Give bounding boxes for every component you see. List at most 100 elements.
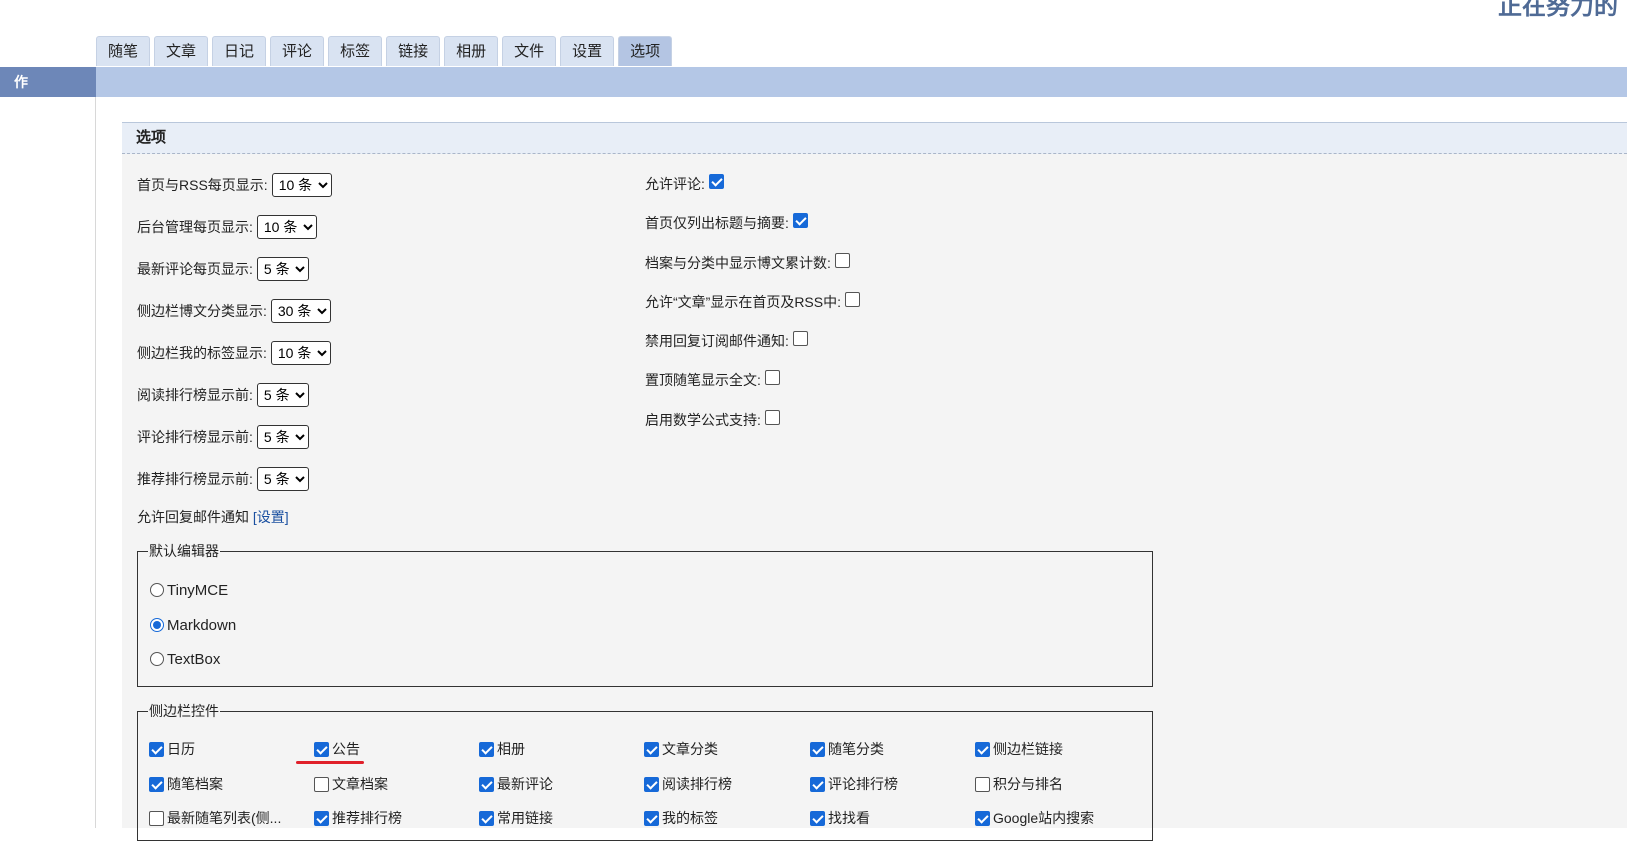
widget-albums-checkbox[interactable]	[479, 741, 494, 757]
read-rank-count-select[interactable]: 5 条	[256, 383, 309, 407]
tinymce-radio[interactable]	[150, 583, 164, 597]
widget-post-categories-checkbox[interactable]	[810, 741, 825, 757]
widget-label: 最新评论	[497, 776, 553, 792]
widget-label: 评论排行榜	[828, 776, 898, 792]
markdown-radio[interactable]	[150, 618, 164, 632]
tab-posts[interactable]: 随笔	[96, 36, 151, 66]
widget-google-search[interactable]: Google站内搜索	[975, 808, 1094, 828]
option-row-sidebar-categories: 侧边栏博文分类显示: 30 条	[137, 299, 331, 323]
widget-article-categories-checkbox[interactable]	[644, 741, 659, 757]
comment-rank-count-select[interactable]: 5 条	[256, 425, 309, 449]
editor-option-textbox[interactable]: TextBox	[150, 648, 220, 670]
site-title: 正在努力的	[1498, 0, 1618, 20]
widget-post-archive[interactable]: 随笔档案	[149, 774, 223, 794]
option-label: 首页仅列出标题与摘要:	[645, 215, 789, 231]
widget-my-tags-checkbox[interactable]	[644, 810, 659, 826]
widget-post-archive-checkbox[interactable]	[149, 776, 164, 792]
option-row-home-rss: 首页与RSS每页显示: 10 条	[137, 173, 332, 197]
tab-comments[interactable]: 评论	[270, 36, 325, 66]
widget-label: 推荐排行榜	[332, 810, 402, 826]
widget-comment-rank-checkbox[interactable]	[810, 776, 825, 792]
widget-label: 随笔档案	[167, 776, 223, 792]
widget-sidebar-links-checkbox[interactable]	[975, 741, 990, 757]
admin-page-count-select[interactable]: 10 条	[256, 215, 317, 239]
option-row-read-rank: 阅读排行榜显示前: 5 条	[137, 383, 309, 407]
editor-option-tinymce[interactable]: TinyMCE	[150, 579, 228, 601]
widget-label: 常用链接	[497, 810, 553, 826]
widget-label: 积分与排名	[993, 776, 1063, 792]
archive-count-checkbox[interactable]	[834, 252, 850, 268]
articles-on-home-checkbox[interactable]	[845, 291, 860, 307]
widget-common-links[interactable]: 常用链接	[479, 808, 553, 828]
sidebar-categories-count-select[interactable]: 30 条	[270, 299, 331, 323]
widget-latest-comments-checkbox[interactable]	[479, 776, 494, 792]
widget-albums[interactable]: 相册	[479, 739, 525, 759]
widget-label: 最新随笔列表(侧...	[167, 810, 282, 826]
option-row-allow-comments: 允许评论:	[645, 172, 724, 196]
tab-files[interactable]: 文件	[502, 36, 557, 66]
widget-label: 随笔分类	[828, 741, 884, 757]
widget-read-rank[interactable]: 阅读排行榜	[644, 774, 732, 794]
radio-label: TextBox	[167, 650, 221, 668]
widget-search[interactable]: 找找看	[810, 808, 870, 828]
widget-calendar-checkbox[interactable]	[149, 741, 164, 757]
tab-articles[interactable]: 文章	[154, 36, 209, 66]
tab-diary[interactable]: 日记	[212, 36, 267, 66]
recommend-rank-count-select[interactable]: 5 条	[256, 467, 309, 491]
pinned-full-text-checkbox[interactable]	[764, 369, 780, 385]
option-row-pinned-full-text: 置顶随笔显示全文:	[645, 368, 780, 392]
sidebar-widgets-legend: 侧边栏控件	[149, 703, 219, 719]
tab-albums[interactable]: 相册	[444, 36, 499, 66]
option-label: 允许评论:	[645, 176, 705, 192]
widget-latest-posts[interactable]: 最新随笔列表(侧...	[149, 808, 281, 828]
option-row-archive-count: 档案与分类中显示博文累计数:	[645, 251, 850, 275]
editor-option-markdown[interactable]: Markdown	[150, 614, 236, 636]
widget-recommend-rank-checkbox[interactable]	[314, 810, 329, 826]
sidebar-tags-count-select[interactable]: 10 条	[270, 341, 331, 365]
widget-score-rank-checkbox[interactable]	[975, 776, 990, 792]
widget-comment-rank[interactable]: 评论排行榜	[810, 774, 898, 794]
textbox-radio[interactable]	[150, 652, 164, 666]
widget-common-links-checkbox[interactable]	[479, 810, 494, 826]
reply-notify-settings-link[interactable]: [设置]	[253, 509, 289, 525]
left-nav-label[interactable]: 作	[0, 67, 96, 97]
widget-my-tags[interactable]: 我的标签	[644, 808, 718, 828]
summary-only-checkbox[interactable]	[792, 212, 808, 228]
tab-tags[interactable]: 标签	[328, 36, 383, 66]
header-bar	[96, 67, 1627, 97]
nav-tabs: 随笔 文章 日记 评论 标签 链接 相册 文件 设置 选项	[96, 36, 676, 66]
widget-latest-comments[interactable]: 最新评论	[479, 774, 553, 794]
widget-announcement-checkbox[interactable]	[314, 741, 329, 757]
widget-announcement[interactable]: 公告	[314, 739, 360, 759]
widget-sidebar-links[interactable]: 侧边栏链接	[975, 739, 1063, 759]
widget-calendar[interactable]: 日历	[149, 739, 195, 759]
widget-article-categories[interactable]: 文章分类	[644, 739, 718, 759]
option-label: 首页与RSS每页显示:	[137, 177, 268, 193]
reply-notify-label: 允许回复邮件通知	[137, 509, 249, 525]
option-label: 侧边栏我的标签显示:	[137, 345, 267, 361]
widget-score-rank[interactable]: 积分与排名	[975, 774, 1063, 794]
widget-article-archive-checkbox[interactable]	[314, 776, 329, 792]
disable-reply-mail-checkbox[interactable]	[792, 330, 808, 346]
option-row-disable-reply-mail: 禁用回复订阅邮件通知:	[645, 329, 808, 353]
home-rss-count-select[interactable]: 10 条	[271, 173, 332, 197]
math-support-checkbox[interactable]	[764, 409, 780, 425]
tab-settings[interactable]: 设置	[560, 36, 615, 66]
widget-label: 文章档案	[332, 776, 388, 792]
tab-links[interactable]: 链接	[386, 36, 441, 66]
option-row-recommend-rank: 推荐排行榜显示前: 5 条	[137, 467, 309, 491]
option-label: 启用数学公式支持:	[645, 412, 761, 428]
widget-read-rank-checkbox[interactable]	[644, 776, 659, 792]
option-row-admin-page: 后台管理每页显示: 10 条	[137, 215, 317, 239]
tab-options[interactable]: 选项	[618, 36, 673, 66]
widget-post-categories[interactable]: 随笔分类	[810, 739, 884, 759]
option-label: 档案与分类中显示博文累计数:	[645, 255, 831, 271]
widget-google-search-checkbox[interactable]	[975, 810, 990, 826]
widget-search-checkbox[interactable]	[810, 810, 825, 826]
latest-comments-count-select[interactable]: 5 条	[256, 257, 309, 281]
allow-comments-checkbox[interactable]	[708, 173, 724, 189]
widget-label: 相册	[497, 741, 525, 757]
widget-article-archive[interactable]: 文章档案	[314, 774, 388, 794]
widget-recommend-rank[interactable]: 推荐排行榜	[314, 808, 402, 828]
widget-latest-posts-checkbox[interactable]	[149, 810, 164, 826]
